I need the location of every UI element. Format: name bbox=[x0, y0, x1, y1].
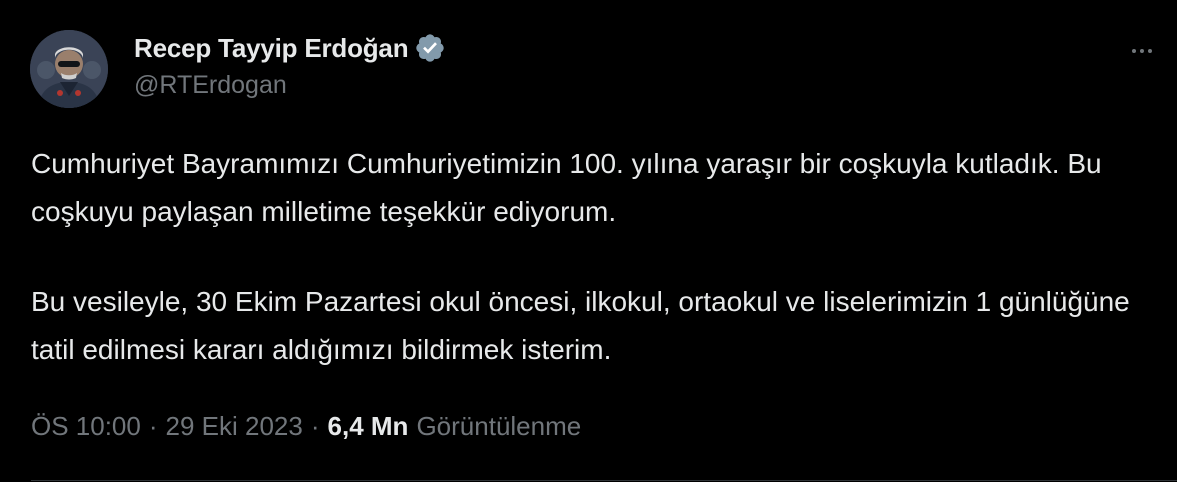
views-count[interactable]: 6,4 Mn bbox=[328, 411, 409, 442]
more-horizontal-icon-dot bbox=[1140, 49, 1144, 53]
meta-separator: · bbox=[148, 411, 158, 441]
author-handle[interactable]: @RTErdogan bbox=[134, 71, 446, 100]
tweet-date[interactable]: 29 Eki 2023 bbox=[166, 411, 303, 442]
views-label: Görüntülenme bbox=[416, 411, 582, 441]
tweet-time[interactable]: ÖS 10:00 bbox=[31, 411, 141, 442]
avatar-photo bbox=[30, 30, 108, 108]
tweet-meta: ÖS 10:00 · 29 Eki 2023 · 6,4 Mn Görüntül… bbox=[31, 411, 581, 442]
tweet-text: Cumhuriyet Bayramımızı Cumhuriyetimizin … bbox=[31, 140, 1151, 374]
more-options-button[interactable] bbox=[1122, 38, 1162, 64]
tweet-paragraph: Bu vesileyle, 30 Ekim Pazartesi okul önc… bbox=[31, 286, 1130, 365]
tweet-paragraph: Cumhuriyet Bayramımızı Cumhuriyetimizin … bbox=[31, 148, 1102, 227]
tweet: Recep Tayyip Erdoğan @RTErdogan Cumhuriy… bbox=[0, 0, 1177, 482]
name-row: Recep Tayyip Erdoğan bbox=[134, 31, 446, 65]
meta-separator: · bbox=[310, 411, 320, 441]
avatar[interactable] bbox=[30, 30, 108, 108]
author-display-name[interactable]: Recep Tayyip Erdoğan bbox=[134, 33, 409, 64]
more-horizontal-icon bbox=[1132, 49, 1136, 53]
more-horizontal-icon-dot bbox=[1148, 49, 1152, 53]
verified-badge-icon[interactable] bbox=[414, 32, 446, 64]
divider bbox=[31, 480, 1177, 481]
tweet-author: Recep Tayyip Erdoğan @RTErdogan bbox=[134, 31, 446, 100]
